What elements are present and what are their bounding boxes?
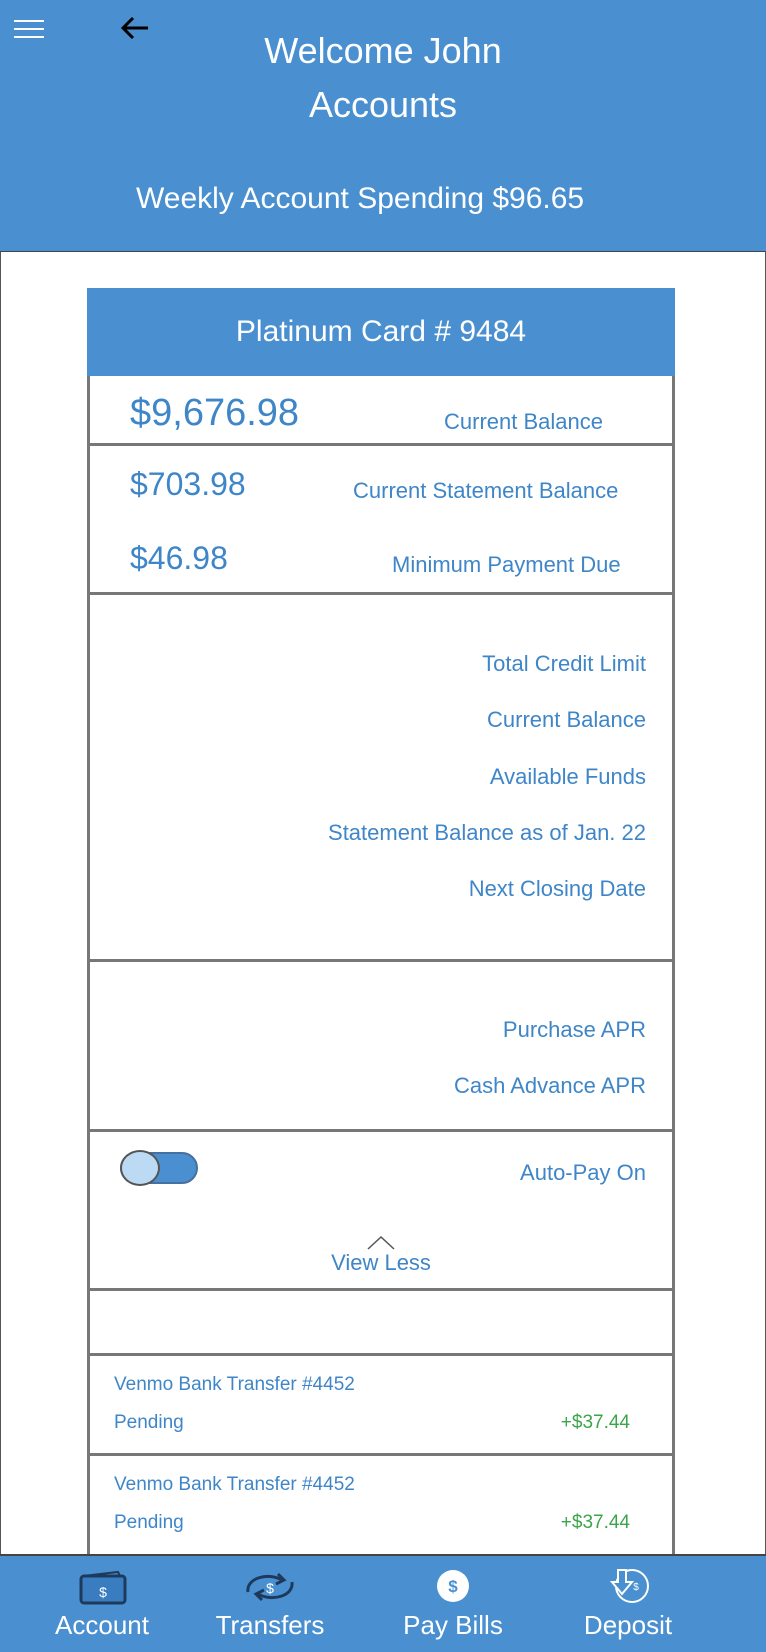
divider	[90, 443, 672, 446]
view-less-link[interactable]: View Less	[90, 1250, 672, 1276]
divider	[90, 1288, 672, 1291]
svg-text:$: $	[633, 1582, 639, 1593]
divider	[90, 959, 672, 962]
statement-balance-date-label: Statement Balance as of Jan. 22	[328, 820, 646, 845]
nav-account[interactable]: $ Account	[38, 1556, 166, 1652]
app-header: Welcome John Accounts Weekly Account Spe…	[0, 0, 766, 252]
transaction-name: Venmo Bank Transfer #4452	[114, 1374, 355, 1395]
nav-deposit-label: Deposit	[583, 1610, 673, 1640]
minimum-payment-label: Minimum Payment Due	[392, 552, 621, 577]
weekly-spending: Weekly Account Spending $96.65	[136, 182, 585, 215]
account-card: Platinum Card # 9484 $9,676.98 Current B…	[87, 288, 675, 1554]
svg-text:$: $	[448, 1577, 458, 1596]
transaction-amount: +$37.44	[560, 1512, 630, 1533]
divider	[90, 1353, 672, 1356]
next-closing-date-label: Next Closing Date	[468, 876, 646, 901]
minimum-payment-value: $46.98	[130, 540, 228, 576]
svg-text:$: $	[99, 1584, 107, 1600]
autopay-label: Auto-Pay On	[520, 1160, 646, 1185]
current-balance-label: Current Balance	[444, 409, 603, 434]
transaction-name: Venmo Bank Transfer #4452	[114, 1474, 355, 1495]
details-current-balance-label: Current Balance	[487, 707, 646, 732]
cash-advance-apr-label: Cash Advance APR	[453, 1073, 646, 1098]
purchase-apr-label: Purchase APR	[502, 1017, 646, 1042]
welcome-title: Welcome John	[264, 30, 502, 71]
svg-text:$: $	[266, 1580, 274, 1596]
divider	[90, 1453, 672, 1456]
nav-pay-bills-label: Pay Bills	[403, 1610, 503, 1640]
chevron-up-icon[interactable]	[366, 1234, 396, 1250]
transaction-amount: +$37.44	[560, 1412, 630, 1433]
nav-transfers[interactable]: $ Transfers	[200, 1556, 340, 1652]
nav-pay-bills[interactable]: $ Pay Bills	[388, 1556, 518, 1652]
toggle-knob	[120, 1150, 160, 1186]
bottom-nav: $ Account $ Transfers $ Pay Bills $ Depo…	[0, 1554, 766, 1652]
wallet-icon: $	[79, 1570, 127, 1605]
nav-transfers-label: Transfers	[215, 1610, 325, 1640]
transaction-status: Pending	[114, 1512, 184, 1533]
nav-account-label: Account	[55, 1610, 149, 1640]
card-title: Platinum Card # 9484	[87, 288, 675, 376]
total-credit-limit-label: Total Credit Limit	[482, 651, 646, 676]
transfer-icon: $	[246, 1572, 294, 1602]
divider	[90, 592, 672, 595]
available-funds-label: Available Funds	[489, 764, 646, 789]
nav-deposit[interactable]: $ Deposit	[570, 1556, 686, 1652]
deposit-icon: $	[609, 1569, 649, 1603]
statement-balance-label: Current Statement Balance	[353, 478, 619, 503]
transaction-status: Pending	[114, 1412, 184, 1433]
divider	[90, 1129, 672, 1132]
autopay-toggle[interactable]	[120, 1150, 198, 1186]
page-title: Accounts	[308, 84, 458, 125]
statement-balance-value: $703.98	[130, 466, 246, 502]
current-balance-value: $9,676.98	[130, 392, 300, 434]
dollar-coin-icon: $	[437, 1570, 469, 1602]
